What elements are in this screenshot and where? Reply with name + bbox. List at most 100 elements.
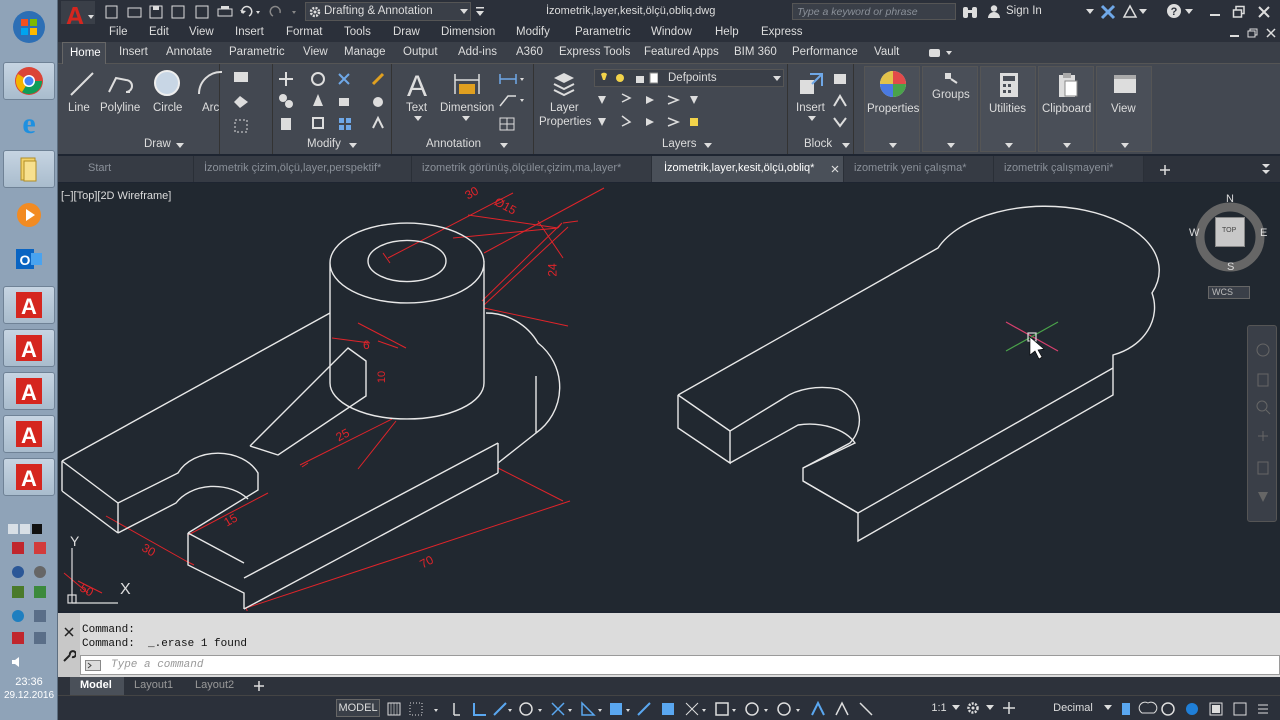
tab-layout1[interactable]: Layout1	[134, 679, 173, 691]
tab-add-ins[interactable]: Add-ins	[458, 46, 497, 58]
new-layout-icon[interactable]	[253, 680, 265, 692]
drawing-canvas[interactable]: [−][Top][2D Wireframe] 30 Ø15 24 6 10 25…	[58, 183, 1280, 611]
autocad-icon[interactable]: A	[3, 415, 55, 453]
menu-format[interactable]: Format	[286, 26, 322, 38]
groups-panel[interactable]: Groups	[922, 66, 978, 152]
annotation-panel-label[interactable]: Annotation	[426, 138, 481, 150]
units-dropdown[interactable]: Decimal	[1044, 699, 1102, 717]
media-player-icon[interactable]	[3, 196, 55, 234]
annotation-scale[interactable]: 1:1	[928, 699, 950, 717]
utilities-panel[interactable]: Utilities	[980, 66, 1036, 152]
autodesk-app-store-icon[interactable]	[1122, 4, 1138, 20]
compass-south[interactable]: S	[1227, 261, 1234, 273]
chevron-down-icon[interactable]	[842, 143, 850, 149]
volume-icon[interactable]	[10, 655, 24, 672]
tab-bim-360[interactable]: BIM 360	[734, 46, 777, 58]
compass-north[interactable]: N	[1226, 193, 1234, 205]
outlook-icon[interactable]: O	[3, 240, 55, 278]
compass-west[interactable]: W	[1189, 227, 1199, 239]
viewcube-top-face[interactable]: TOP	[1215, 217, 1245, 247]
minimize-icon[interactable]	[1208, 5, 1222, 19]
menu-file[interactable]: File	[109, 26, 128, 38]
viewcube[interactable]: N S E W TOP	[1189, 193, 1267, 275]
close-icon[interactable]	[1257, 5, 1271, 19]
chevron-down-icon[interactable]	[1139, 9, 1147, 15]
binoculars-icon[interactable]	[962, 5, 978, 19]
layer-properties-line1[interactable]: Layer	[550, 102, 579, 114]
command-prompt-icon[interactable]	[85, 660, 101, 671]
chevron-down-icon[interactable]	[414, 116, 422, 122]
layer-tools-icon[interactable]	[594, 92, 704, 134]
draw-small-tools-icon[interactable]	[232, 68, 256, 134]
tab-output[interactable]: Output	[403, 46, 438, 58]
circle-tool[interactable]: Circle	[153, 102, 182, 114]
tab-annotate[interactable]: Annotate	[166, 46, 212, 58]
tab-view[interactable]: View	[303, 46, 328, 58]
block-small-tools-icon[interactable]	[832, 70, 852, 132]
tab-express-tools[interactable]: Express Tools	[559, 46, 630, 58]
help-icon[interactable]: ?	[1166, 3, 1182, 19]
view-panel[interactable]: View	[1096, 66, 1152, 152]
menu-parametric[interactable]: Parametric	[575, 26, 631, 38]
draw-panel-label[interactable]: Draw	[144, 138, 171, 150]
tab-home[interactable]: Home	[62, 42, 106, 64]
line-tool[interactable]: Line	[68, 102, 90, 114]
tab-layout2[interactable]: Layout2	[195, 679, 234, 691]
menu-draw[interactable]: Draw	[393, 26, 420, 38]
insert-tool[interactable]: Insert	[796, 102, 825, 114]
autocad-icon[interactable]: A	[3, 372, 55, 410]
navigation-bar[interactable]	[1247, 325, 1277, 522]
tab-list-icon[interactable]	[1260, 162, 1272, 176]
tab-vault[interactable]: Vault	[874, 46, 899, 58]
chevron-down-icon[interactable]	[704, 143, 712, 149]
tab-model[interactable]: Model	[70, 677, 124, 695]
doc-tab[interactable]: izometrik görünüş,ölçüler,çizim,ma,layer…	[412, 156, 652, 182]
tab-manage[interactable]: Manage	[344, 46, 386, 58]
sign-in-link[interactable]: Sign In	[1006, 5, 1042, 17]
customize-qat-icon[interactable]	[475, 6, 485, 18]
doc-tab-active[interactable]: İzometrik,layer,kesit,ölçü,obliq*	[652, 156, 844, 182]
model-space-button[interactable]: MODEL	[336, 699, 380, 717]
doc-tab[interactable]: izometrik yeni çalışma*	[844, 156, 994, 182]
chevron-down-icon[interactable]	[500, 143, 508, 149]
ucs-menu[interactable]: WCS	[1208, 286, 1250, 299]
new-tab-icon[interactable]	[1158, 163, 1172, 177]
modify-tools-icon[interactable]	[277, 70, 393, 132]
chevron-down-icon[interactable]	[176, 143, 184, 149]
command-line-grip[interactable]	[58, 613, 80, 677]
tab-featured-apps[interactable]: Featured Apps	[644, 46, 719, 58]
block-panel-label[interactable]: Block	[804, 138, 832, 150]
tab-a360[interactable]: A360	[516, 46, 543, 58]
clock-time[interactable]: 23:36	[0, 676, 58, 688]
chevron-down-icon[interactable]	[952, 705, 960, 711]
tab-performance[interactable]: Performance	[792, 46, 858, 58]
menu-help[interactable]: Help	[715, 26, 739, 38]
clock-date[interactable]: 29.12.2016	[0, 690, 58, 701]
workspace-dropdown[interactable]: Drafting & Annotation	[305, 2, 471, 21]
search-input[interactable]: Type a keyword or phrase	[792, 3, 956, 20]
layer-properties-line2[interactable]: Properties	[539, 116, 591, 128]
modify-panel-label[interactable]: Modify	[307, 138, 341, 150]
polyline-tool[interactable]: Polyline	[100, 102, 140, 114]
tab-parametric[interactable]: Parametric	[229, 46, 285, 58]
chevron-down-icon[interactable]	[986, 705, 994, 711]
menu-insert[interactable]: Insert	[235, 26, 264, 38]
chevron-down-icon[interactable]	[349, 143, 357, 149]
navigation-tools-icon[interactable]	[1255, 340, 1271, 510]
wrench-icon[interactable]	[62, 649, 76, 663]
internet-explorer-icon[interactable]: e	[3, 104, 55, 142]
file-explorer-icon[interactable]	[3, 150, 55, 188]
document-window-controls[interactable]	[1228, 27, 1278, 39]
layers-panel-label[interactable]: Layers	[662, 138, 697, 150]
doc-tab[interactable]: izometrik çalışmayeni*	[994, 156, 1144, 182]
status-right-icons[interactable]	[1120, 701, 1270, 717]
menu-window[interactable]: Window	[651, 26, 692, 38]
menu-tools[interactable]: Tools	[344, 26, 371, 38]
menu-edit[interactable]: Edit	[149, 26, 169, 38]
doc-tab[interactable]: İzometrik çizim,ölçü,layer,perspektif*	[194, 156, 412, 182]
compass-east[interactable]: E	[1260, 227, 1267, 239]
close-icon[interactable]	[831, 165, 839, 173]
dimension-tool[interactable]: Dimension	[440, 102, 494, 114]
layer-dropdown[interactable]: Defpoints	[594, 69, 784, 87]
autocad-icon[interactable]: A	[3, 286, 55, 324]
